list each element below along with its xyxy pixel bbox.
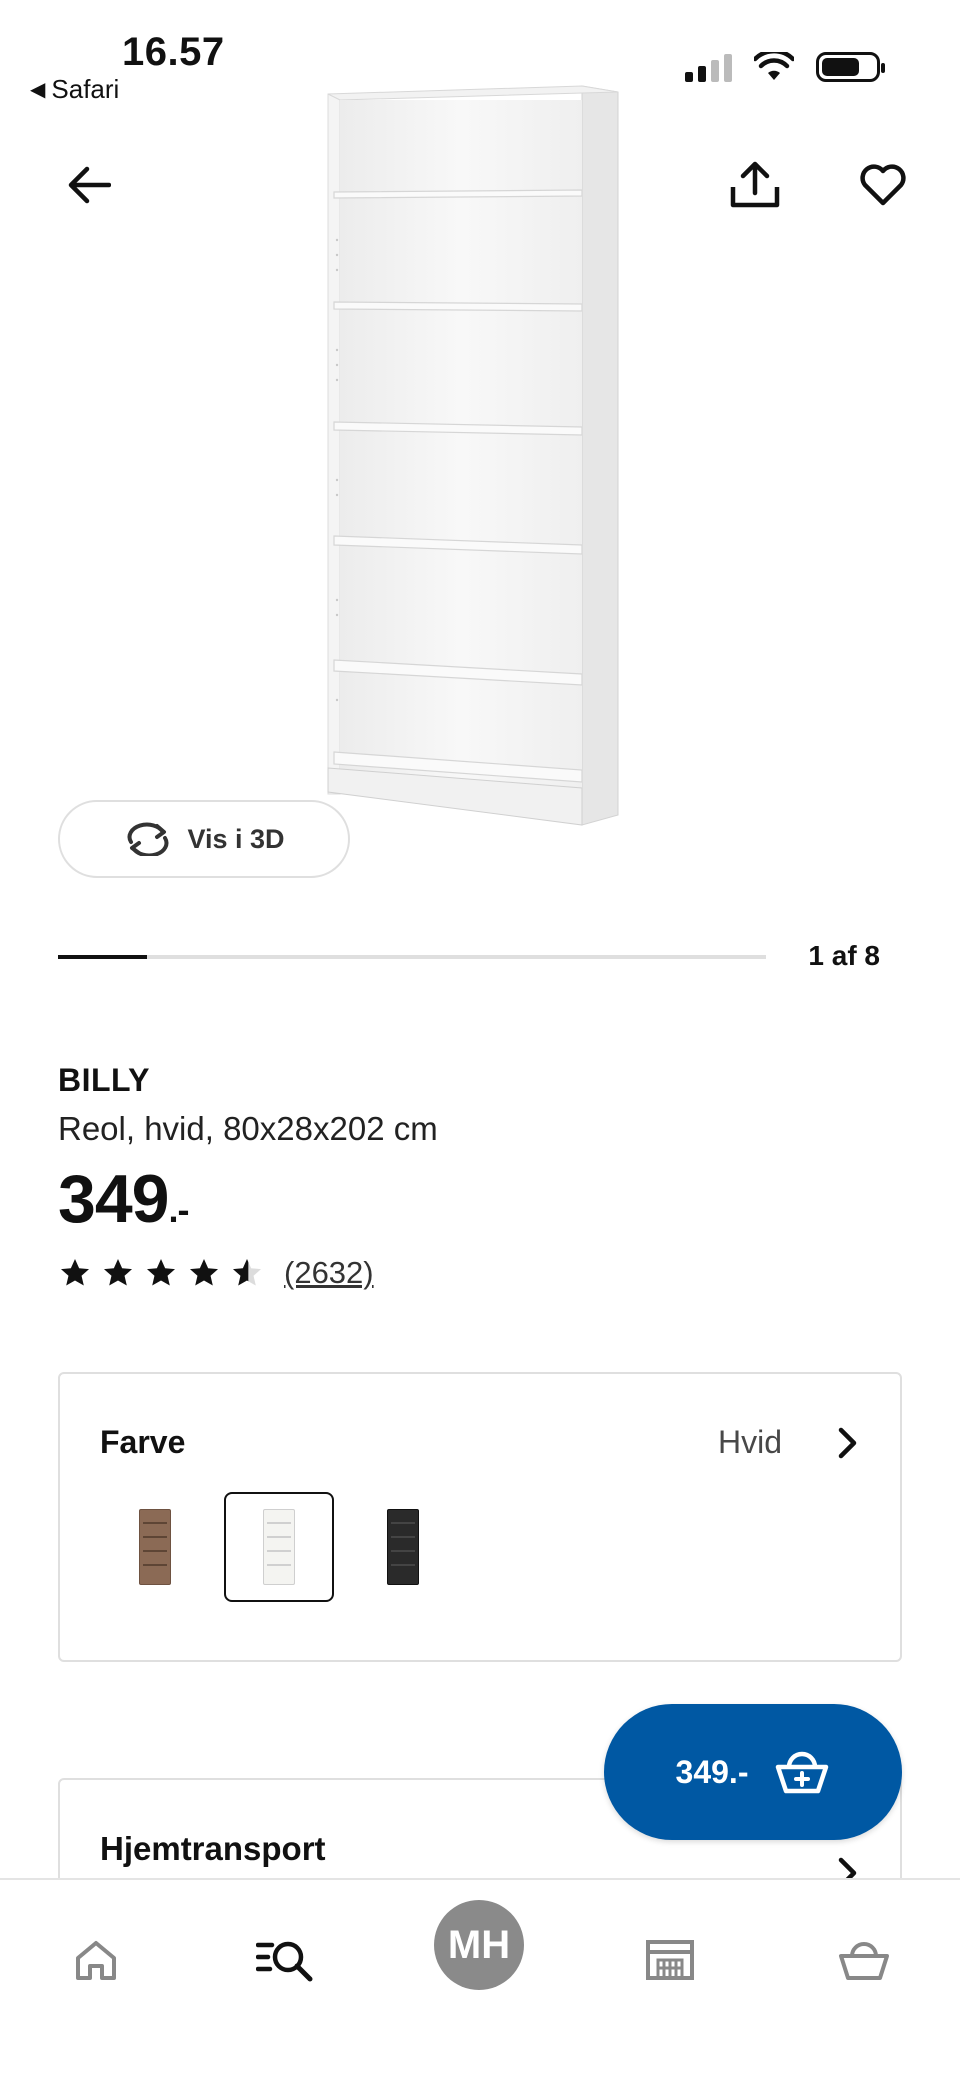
view-3d-button[interactable]: Vis i 3D [58, 800, 350, 878]
share-button[interactable] [720, 150, 790, 220]
color-swatches [100, 1492, 458, 1602]
star-icon [190, 1259, 218, 1286]
product-image[interactable] [320, 80, 630, 830]
tab-home[interactable] [56, 1920, 136, 2000]
product-rating[interactable]: (2632) [58, 1255, 374, 1291]
view-3d-label: Vis i 3D [187, 823, 285, 854]
gallery-position: 1 af 8 [808, 940, 880, 971]
status-time: 16.57 [122, 30, 225, 74]
back-triangle-icon: ◀ [30, 79, 46, 101]
star-icon [61, 1259, 89, 1286]
chevron-right-icon [838, 1427, 857, 1459]
product-description: Reol, hvid, 80x28x202 cm [58, 1110, 438, 1147]
delivery-title: Hjemtransport [100, 1830, 326, 1867]
star-half-icon [233, 1259, 261, 1286]
star-icon [147, 1259, 175, 1286]
tab-stores[interactable] [630, 1920, 710, 2000]
status-indicators [685, 52, 885, 82]
swatch-brown-ash[interactable] [100, 1492, 210, 1602]
add-to-cart-price: 349.- [675, 1753, 749, 1790]
add-to-cart-button[interactable]: 349.- [604, 1704, 902, 1840]
color-selected-value: Hvid [717, 1424, 782, 1460]
back-to-safari[interactable]: ◀ Safari [30, 74, 119, 105]
color-selector-title: Farve [100, 1424, 186, 1460]
gallery-progress-fill [58, 955, 147, 959]
tab-search[interactable] [246, 1920, 326, 2000]
search-icon [256, 1941, 313, 1982]
wifi-icon [754, 52, 794, 80]
back-button[interactable] [54, 150, 124, 220]
share-icon [730, 161, 780, 208]
review-count-link[interactable]: (2632) [284, 1255, 374, 1291]
home-icon [76, 1941, 116, 1980]
star-icon [104, 1259, 132, 1286]
product-price: 349.- [58, 1160, 189, 1238]
rating-stars [58, 1257, 264, 1289]
product-name: BILLY [58, 1062, 150, 1098]
arrow-left-icon [68, 166, 111, 204]
rotate-icon [128, 822, 169, 856]
swatch-white[interactable] [224, 1492, 334, 1602]
cellular-signal-icon [685, 52, 732, 82]
heart-icon [860, 164, 906, 206]
swatch-black[interactable] [348, 1492, 458, 1602]
color-selector[interactable]: Farve Hvid [58, 1372, 902, 1662]
store-icon [646, 1940, 694, 1980]
basket-add-icon [776, 1751, 829, 1794]
price-suffix: .- [168, 1189, 189, 1230]
gallery-progress-bar [58, 955, 766, 959]
profile-avatar[interactable]: MH [434, 1900, 524, 1990]
price-value: 349 [58, 1161, 169, 1237]
favorite-button[interactable] [848, 150, 918, 220]
tab-cart[interactable] [824, 1920, 904, 2000]
battery-icon [816, 52, 885, 82]
back-to-safari-label: Safari [51, 74, 120, 104]
bottom-tab-bar: MH [0, 1878, 960, 2081]
cart-icon [839, 1942, 889, 1980]
